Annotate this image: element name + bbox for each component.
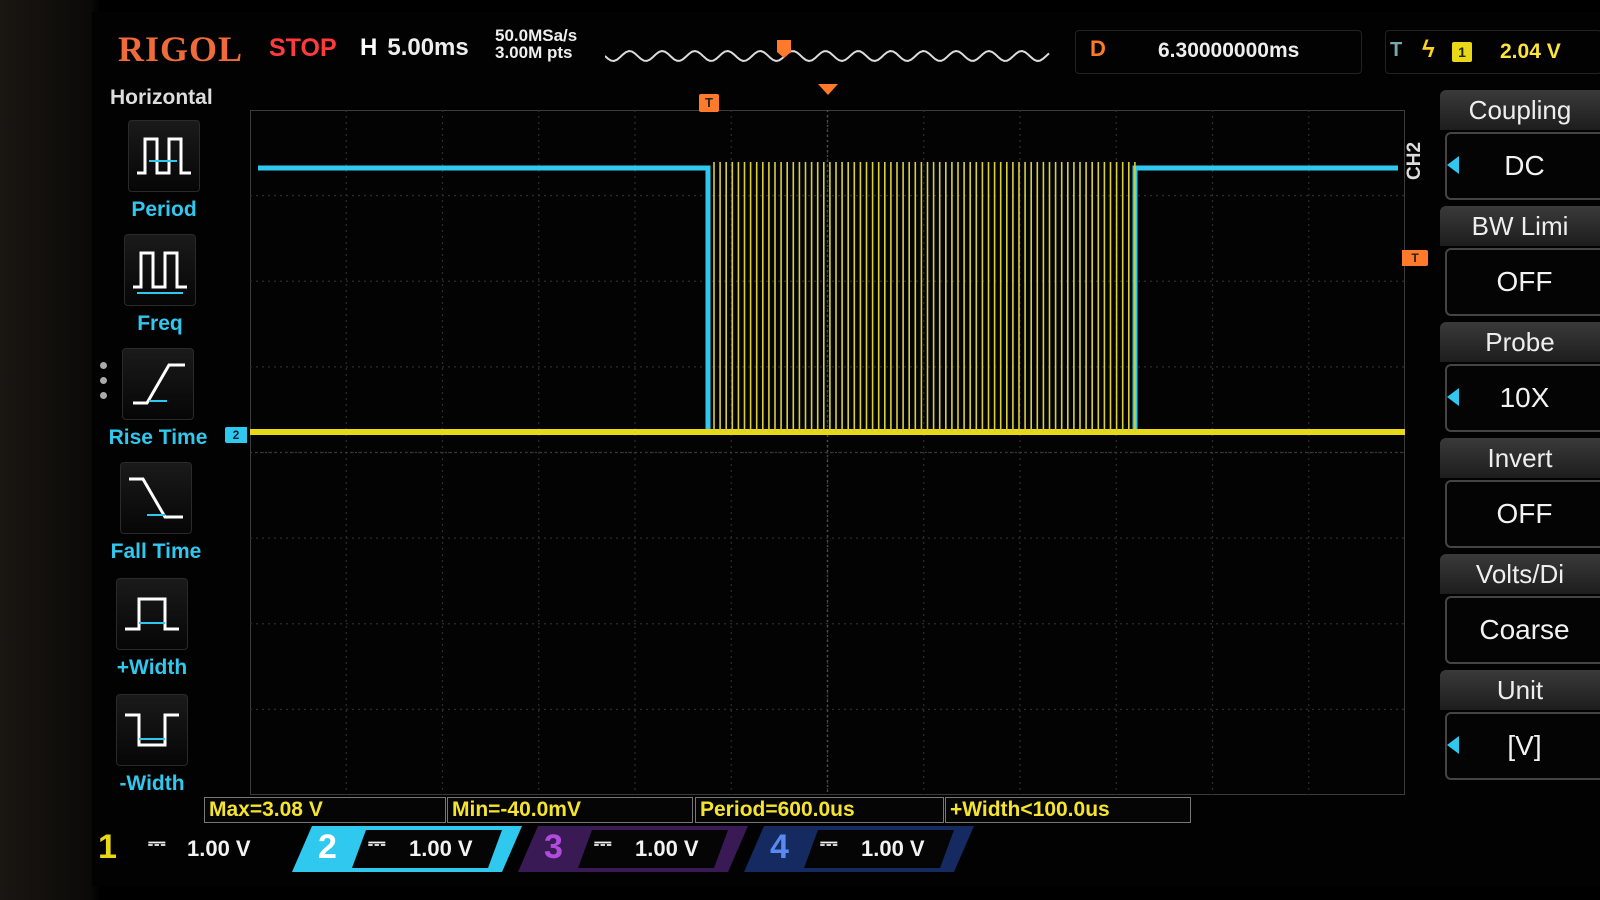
measure-positive-width[interactable]: +Width	[102, 578, 202, 680]
unit-value-text: [V]	[1507, 730, 1542, 761]
channel-3-status[interactable]: 3 ⎓ 1.00 V	[518, 826, 748, 872]
rising-edge-icon: ϟ	[1422, 36, 1435, 63]
channel-3-number: 3	[544, 828, 563, 866]
measure-negative-width[interactable]: -Width	[102, 694, 202, 796]
channel-4-scale: 1.00 V	[861, 836, 925, 861]
measurement-period: Period=600.0us	[695, 797, 944, 823]
rise-time-icon	[122, 348, 194, 420]
dc-coupling-icon: ⎓	[148, 830, 166, 855]
trigger-panel[interactable]	[1385, 30, 1600, 74]
trigger-level-marker[interactable]: T	[1402, 250, 1428, 266]
waveform-display[interactable]	[250, 110, 1405, 795]
invert-menu-title: Invert	[1440, 438, 1600, 478]
dc-coupling-icon: ⎓	[820, 830, 838, 855]
measure-rise-time[interactable]: Rise Time	[108, 348, 208, 450]
probe-value-text: 10X	[1499, 382, 1550, 413]
measure-rise-time-label: Rise Time	[108, 426, 208, 449]
channel-1-status[interactable]: 1 ⎓ 1.00 V	[92, 826, 292, 872]
probe-value[interactable]: 10X	[1445, 364, 1600, 432]
invert-value[interactable]: OFF	[1445, 480, 1600, 548]
left-arrow-icon	[1447, 388, 1459, 406]
channel-2-scale: 1.00 V	[409, 836, 473, 861]
channel-4-status[interactable]: 4 ⎓ 1.00 V	[744, 826, 974, 872]
measurement-min: Min=-40.0mV	[447, 797, 693, 823]
channel-4-number: 4	[770, 828, 789, 866]
measure-period-label: Period	[131, 198, 197, 221]
brand-logo: RIGOL	[118, 29, 244, 69]
left-arrow-icon	[1447, 736, 1459, 754]
measure-negative-width-label: -Width	[119, 772, 185, 795]
channel-3-scale: 1.00 V	[635, 836, 699, 861]
dc-coupling-icon: ⎓	[594, 830, 612, 855]
measurement-positive-width: +Width<100.0us	[945, 797, 1191, 823]
dc-coupling-icon: ⎓	[368, 830, 386, 855]
unit-menu-title: Unit	[1440, 670, 1600, 710]
ch2-ground-marker[interactable]: 2	[225, 427, 247, 443]
acquisition-info: 50.0MSa/s 3.00M pts	[495, 27, 577, 61]
horizontal-label: H	[360, 34, 378, 61]
probe-menu-title: Probe	[1440, 322, 1600, 362]
horizontal-center-marker	[818, 84, 838, 95]
run-stop-status[interactable]: STOP	[269, 34, 337, 63]
measure-fall-time[interactable]: Fall Time	[106, 462, 206, 564]
bw-limit-menu-title: BW Limi	[1440, 206, 1600, 246]
measure-freq[interactable]: Freq	[110, 234, 210, 336]
fall-time-icon	[120, 462, 192, 534]
channel-2-status[interactable]: 2 ⎓ 1.00 V	[292, 826, 522, 872]
unit-value[interactable]: [V]	[1445, 712, 1600, 780]
measurement-max: Max=3.08 V	[204, 797, 446, 823]
waveform-overview-strip	[605, 40, 1050, 63]
volts-div-menu-title: Volts/Di	[1440, 554, 1600, 594]
volts-div-value-text: Coarse	[1479, 614, 1570, 645]
menu-page-indicator	[100, 362, 107, 407]
right-menu-channel: CH2	[1404, 141, 1425, 180]
coupling-value-text: DC	[1504, 150, 1545, 181]
coupling-menu-title: Coupling	[1440, 90, 1600, 130]
trigger-level: 2.04 V	[1500, 40, 1561, 63]
measure-period[interactable]: Period	[114, 120, 214, 222]
measure-positive-width-label: +Width	[116, 656, 188, 679]
measure-fall-time-label: Fall Time	[110, 540, 202, 563]
horizontal-timebase[interactable]: H 5.00ms	[360, 34, 469, 62]
overview-trigger-marker	[777, 40, 791, 58]
channel-1-number: 1	[98, 828, 117, 866]
channel-2-number: 2	[318, 828, 337, 866]
left-menu-title: Horizontal	[110, 86, 213, 109]
channel-1-scale: 1.00 V	[187, 836, 251, 861]
delay-label: D	[1090, 36, 1106, 61]
bw-limit-value[interactable]: OFF	[1445, 248, 1600, 316]
left-arrow-icon	[1447, 156, 1459, 174]
measure-freq-label: Freq	[137, 312, 183, 335]
trigger-label: T	[1390, 39, 1403, 61]
delay-value: 6.30000000ms	[1158, 39, 1300, 62]
memory-depth: 3.00M pts	[495, 43, 573, 62]
positive-width-icon	[116, 578, 188, 650]
coupling-value[interactable]: DC	[1445, 132, 1600, 200]
bw-limit-value-text: OFF	[1496, 266, 1553, 297]
sample-rate: 50.0MSa/s	[495, 26, 578, 45]
trigger-position-icon: T	[699, 94, 719, 112]
invert-value-text: OFF	[1496, 498, 1553, 529]
trigger-source-badge: 1	[1452, 42, 1472, 62]
freq-icon	[124, 234, 196, 306]
period-icon	[128, 120, 200, 192]
timebase-value: 5.00ms	[387, 34, 469, 61]
volts-div-value[interactable]: Coarse	[1445, 596, 1600, 664]
negative-width-icon	[116, 694, 188, 766]
